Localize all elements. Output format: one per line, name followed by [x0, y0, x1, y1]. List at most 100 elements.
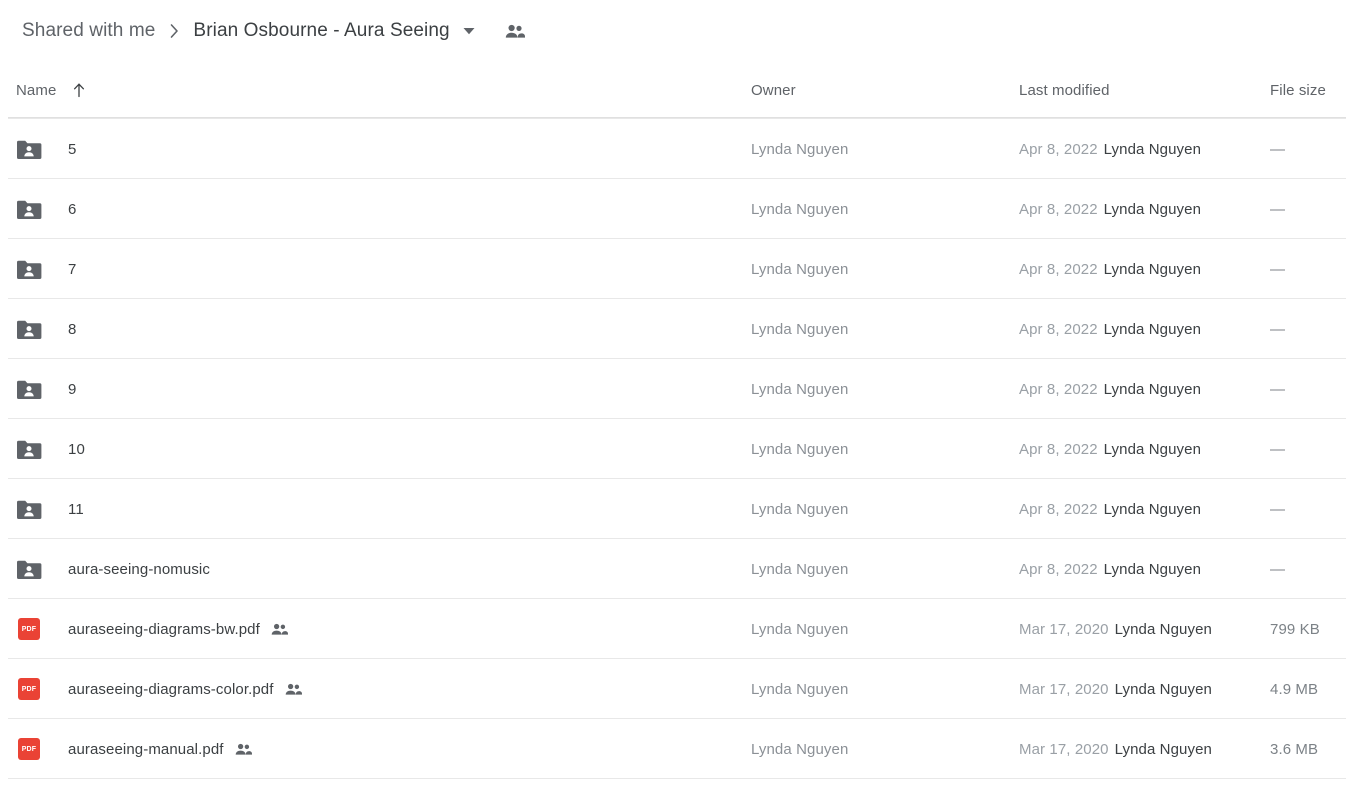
- row-owner-label: Lynda Nguyen: [751, 140, 849, 158]
- row-file-size-label: —: [1270, 380, 1285, 398]
- row-file-size-cell: —: [1270, 299, 1285, 359]
- row-name-label: 6: [68, 200, 77, 218]
- row-owner-label: Lynda Nguyen: [751, 320, 849, 338]
- row-owner-label: Lynda Nguyen: [751, 440, 849, 458]
- row-name-label: 8: [68, 320, 77, 338]
- table-row[interactable]: PDF auraseeing-diagrams-color.pdf Lynda Ng…: [8, 659, 1346, 719]
- breadcrumb-parent-link[interactable]: Shared with me: [22, 20, 155, 42]
- row-owner-cell: Lynda Nguyen: [751, 119, 848, 179]
- table-row[interactable]: 6 Lynda Nguyen Apr 8, 2022 Lynda Nguyen —: [8, 179, 1346, 239]
- row-modified-by: Lynda Nguyen: [1103, 260, 1202, 278]
- row-file-size-cell: —: [1270, 119, 1285, 179]
- row-modified-by: Lynda Nguyen: [1103, 500, 1202, 518]
- row-owner-label: Lynda Nguyen: [751, 680, 849, 698]
- row-file-size-cell: 4.9 MB: [1270, 659, 1318, 719]
- row-name-label: 5: [68, 140, 77, 158]
- row-file-size-label: —: [1270, 260, 1285, 278]
- row-owner-label: Lynda Nguyen: [751, 560, 849, 578]
- breadcrumb: Shared with me Brian Osbourne - Aura See…: [0, 0, 1356, 62]
- row-last-modified-cell: Mar 17, 2020 Lynda Nguyen: [1019, 659, 1212, 719]
- table-row[interactable]: 5 Lynda Nguyen Apr 8, 2022 Lynda Nguyen —: [8, 119, 1346, 179]
- pdf-badge-label: PDF: [18, 738, 40, 760]
- row-name-label: 9: [68, 380, 77, 398]
- pdf-file-icon: PDF: [16, 616, 42, 642]
- row-owner-cell: Lynda Nguyen: [751, 599, 848, 659]
- row-file-size-cell: 3.6 MB: [1270, 719, 1318, 779]
- table-row[interactable]: aura-seeing-nomusic Lynda Nguyen Apr 8, 20…: [8, 539, 1346, 599]
- arrow-up-icon[interactable]: [71, 82, 87, 98]
- row-owner-cell: Lynda Nguyen: [751, 719, 848, 779]
- row-name-cell[interactable]: PDF auraseeing-manual.pdf: [16, 719, 252, 779]
- row-owner-label: Lynda Nguyen: [751, 260, 849, 278]
- column-header-file-size[interactable]: File size: [1270, 82, 1326, 99]
- shared-folder-icon: [16, 316, 42, 342]
- row-name-cell[interactable]: 10: [16, 419, 85, 479]
- row-owner-cell: Lynda Nguyen: [751, 659, 848, 719]
- row-file-size-label: —: [1270, 320, 1285, 338]
- row-owner-label: Lynda Nguyen: [751, 620, 849, 638]
- row-name-cell[interactable]: 6: [16, 179, 76, 239]
- row-file-size-label: —: [1270, 500, 1285, 518]
- row-name-cell[interactable]: 9: [16, 359, 76, 419]
- breadcrumb-current-folder[interactable]: Brian Osbourne - Aura Seeing: [193, 20, 449, 42]
- file-list: 5 Lynda Nguyen Apr 8, 2022 Lynda Nguyen — 6 Ly…: [8, 118, 1346, 779]
- row-modified-date: Apr 8, 2022: [1019, 560, 1098, 578]
- row-owner-cell: Lynda Nguyen: [751, 299, 848, 359]
- row-name-cell[interactable]: 7: [16, 239, 76, 299]
- column-header-row: Name Owner Last modified File size: [0, 62, 1356, 118]
- row-file-size-cell: —: [1270, 539, 1285, 599]
- row-modified-by: Lynda Nguyen: [1103, 200, 1202, 218]
- row-file-size-label: 799 KB: [1270, 620, 1320, 638]
- row-modified-by: Lynda Nguyen: [1114, 680, 1212, 698]
- row-owner-label: Lynda Nguyen: [751, 200, 849, 218]
- row-modified-date: Mar 17, 2020: [1019, 620, 1109, 638]
- row-file-size-cell: —: [1270, 239, 1285, 299]
- row-last-modified-cell: Apr 8, 2022 Lynda Nguyen: [1019, 479, 1201, 539]
- table-row[interactable]: 10 Lynda Nguyen Apr 8, 2022 Lynda Nguyen —: [8, 419, 1346, 479]
- table-row[interactable]: PDF auraseeing-diagrams-bw.pdf Lynda Nguye…: [8, 599, 1346, 659]
- shared-folder-icon: [16, 556, 42, 582]
- row-modified-by: Lynda Nguyen: [1103, 440, 1202, 458]
- people-shared-icon: [285, 681, 302, 698]
- row-file-size-cell: 799 KB: [1270, 599, 1320, 659]
- column-header-name-label: Name: [16, 81, 57, 99]
- people-shared-icon: [271, 621, 288, 638]
- row-name-cell[interactable]: aura-seeing-nomusic: [16, 539, 210, 599]
- row-name-cell[interactable]: PDF auraseeing-diagrams-bw.pdf: [16, 599, 288, 659]
- row-name-cell[interactable]: 8: [16, 299, 76, 359]
- chevron-down-icon[interactable]: [463, 25, 475, 37]
- shared-folder-icon: [16, 436, 42, 462]
- row-owner-cell: Lynda Nguyen: [751, 239, 848, 299]
- row-modified-by: Lynda Nguyen: [1103, 140, 1202, 158]
- row-modified-date: Apr 8, 2022: [1019, 500, 1098, 518]
- row-modified-by: Lynda Nguyen: [1114, 620, 1212, 638]
- row-last-modified-cell: Apr 8, 2022 Lynda Nguyen: [1019, 179, 1201, 239]
- table-row[interactable]: 11 Lynda Nguyen Apr 8, 2022 Lynda Nguyen —: [8, 479, 1346, 539]
- row-name-label: 11: [68, 500, 84, 518]
- row-modified-date: Apr 8, 2022: [1019, 380, 1098, 398]
- table-row[interactable]: 8 Lynda Nguyen Apr 8, 2022 Lynda Nguyen —: [8, 299, 1346, 359]
- row-modified-by: Lynda Nguyen: [1103, 380, 1202, 398]
- row-modified-date: Apr 8, 2022: [1019, 440, 1098, 458]
- row-owner-cell: Lynda Nguyen: [751, 419, 848, 479]
- row-name-cell[interactable]: 11: [16, 479, 84, 539]
- row-modified-by: Lynda Nguyen: [1103, 560, 1202, 578]
- column-header-owner[interactable]: Owner: [751, 82, 796, 99]
- row-name-cell[interactable]: PDF auraseeing-diagrams-color.pdf: [16, 659, 302, 719]
- column-header-last-modified[interactable]: Last modified: [1019, 82, 1110, 99]
- row-file-size-label: —: [1270, 140, 1285, 158]
- shared-folder-icon: [16, 376, 42, 402]
- row-owner-cell: Lynda Nguyen: [751, 179, 848, 239]
- table-row[interactable]: 7 Lynda Nguyen Apr 8, 2022 Lynda Nguyen —: [8, 239, 1346, 299]
- table-row[interactable]: 9 Lynda Nguyen Apr 8, 2022 Lynda Nguyen —: [8, 359, 1346, 419]
- row-file-size-label: 4.9 MB: [1270, 680, 1319, 698]
- row-owner-cell: Lynda Nguyen: [751, 479, 848, 539]
- row-owner-label: Lynda Nguyen: [751, 380, 849, 398]
- row-owner-label: Lynda Nguyen: [751, 740, 849, 758]
- shared-folder-icon: [16, 256, 42, 282]
- table-row[interactable]: PDF auraseeing-manual.pdf Lynda Nguyen Mar …: [8, 719, 1346, 779]
- row-name-cell[interactable]: 5: [16, 119, 76, 179]
- people-shared-icon[interactable]: [505, 21, 525, 41]
- column-header-name[interactable]: Name: [16, 82, 87, 99]
- row-file-size-cell: —: [1270, 479, 1285, 539]
